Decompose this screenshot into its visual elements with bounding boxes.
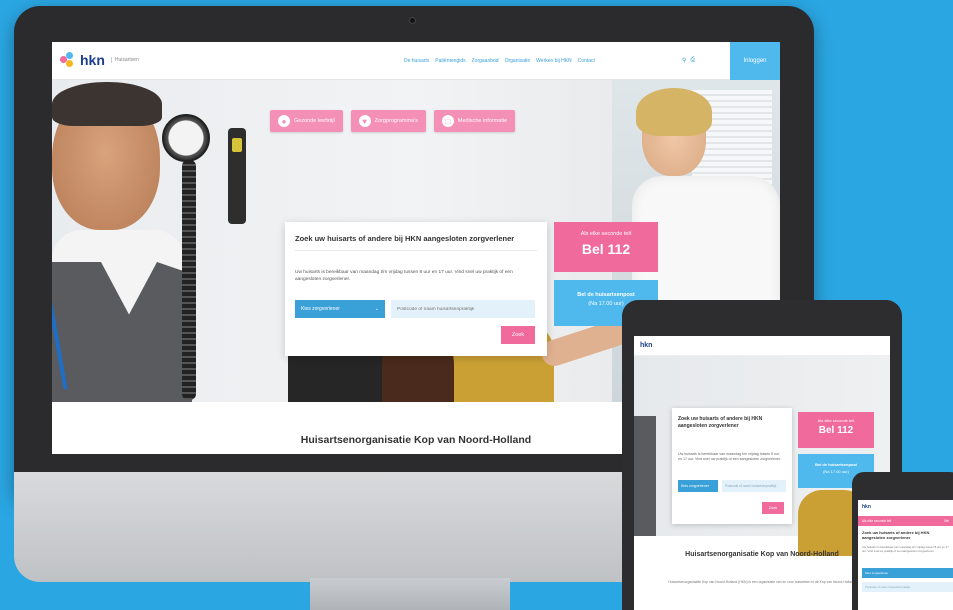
hkn-logo-icon — [60, 52, 76, 68]
blood-pressure-gauge — [162, 114, 210, 162]
chevron-down-icon: ⌄ — [374, 306, 379, 312]
search-input[interactable] — [391, 300, 535, 318]
site-logo[interactable]: hkn Huisartsen — [60, 52, 139, 68]
nav-item-patientengids[interactable]: Patiëntengids — [435, 58, 465, 64]
nav-item-huisarts[interactable]: De huisarts — [404, 58, 429, 64]
emergency-number: Bel 112 — [581, 241, 631, 257]
phone-screen: hkn Als elke seconde telt Bel Zoek uw hu… — [858, 500, 953, 610]
emergency-box[interactable]: Als elke seconde telt Bel 112 — [554, 222, 658, 272]
logo-subtitle: Huisartsen — [110, 57, 139, 63]
topic-tabs: ● Gezonde leefstijl ♥ Zorgprogramma's □ … — [270, 110, 516, 132]
print-icon[interactable]: ⎙ — [690, 57, 695, 64]
tablet-search-card: Zoek uw huisarts of andere bij HKN aange… — [672, 408, 792, 524]
phone-zorgverlener-select[interactable]: Kies zorgverlener — [862, 568, 953, 578]
phone-search-text: Uw huisarts is bereikbaar van maandag t/… — [862, 545, 949, 553]
tab-zorgprogrammas[interactable]: ♥ Zorgprogramma's — [350, 110, 426, 132]
zorgverlener-select[interactable]: Kies zorgverlener ⌄ — [295, 300, 385, 318]
tab-gezonde-leefstijl[interactable]: ● Gezonde leefstijl — [270, 110, 343, 132]
nav-item-zorgaanbod[interactable]: Zorgaanbod — [472, 58, 499, 64]
phone-emergency-bar[interactable]: Als elke seconde telt Bel — [858, 516, 953, 526]
tablet-body-text: Huisartsenorganisatie Kop van Noord-Holl… — [668, 580, 856, 584]
login-button[interactable]: Inloggen — [730, 42, 780, 80]
monitor-stand — [310, 578, 510, 610]
post-title: Bel de huisartsenpost — [577, 292, 635, 298]
nav-item-werken[interactable]: Werken bij HKN — [536, 58, 571, 64]
search-button[interactable]: Zoek — [501, 326, 535, 344]
phone-search-title: Zoek uw huisarts of andere bij HKN aange… — [862, 530, 930, 541]
search-icon[interactable]: ⚲ — [682, 57, 686, 64]
wall-device — [228, 128, 246, 224]
phone-search-input[interactable]: Postcode of naam huisartsenpraktijk — [862, 582, 953, 592]
tablet-page-title: Huisartsenorganisatie Kop van Noord-Holl… — [685, 551, 839, 558]
tablet-zorgverlener-select[interactable]: Kies zorgverlener — [678, 480, 718, 492]
tablet-emergency-box[interactable]: Als elke seconde telt Bel 112 — [798, 412, 874, 448]
nav-item-organisatie[interactable]: Organisatie — [505, 58, 531, 64]
nav-item-contact[interactable]: Contact — [578, 58, 595, 64]
site-header: hkn Huisartsen De huisarts Patiëntengids… — [52, 42, 780, 80]
tablet-header: hkn — [634, 336, 890, 356]
search-card: Zoek uw huisarts of andere bij HKN aange… — [285, 222, 547, 356]
search-description: Uw huisarts is bereikbaar van maandag t/… — [295, 270, 513, 282]
document-icon: □ — [441, 115, 454, 127]
phone-logo[interactable]: hkn — [862, 504, 871, 510]
main-nav: De huisarts Patiëntengids Zorgaanbod Org… — [404, 58, 595, 64]
heart-icon: ♥ — [358, 115, 371, 127]
tablet-search-button[interactable]: Zoek — [762, 502, 784, 514]
apple-icon: ● — [278, 115, 290, 127]
search-title: Zoek uw huisarts of andere bij HKN aange… — [295, 234, 515, 243]
tablet-search-input[interactable]: Postcode of naam huisartsenpraktijk — [722, 480, 786, 492]
header-icons: ⚲ ⎙ — [682, 57, 695, 64]
camera-icon — [409, 17, 416, 24]
logo-text: hkn — [80, 52, 105, 68]
tablet-logo[interactable]: hkn — [640, 342, 652, 349]
emergency-subtitle: Als elke seconde telt — [580, 231, 632, 237]
tab-medische-informatie[interactable]: □ Medische informatie — [433, 110, 516, 132]
